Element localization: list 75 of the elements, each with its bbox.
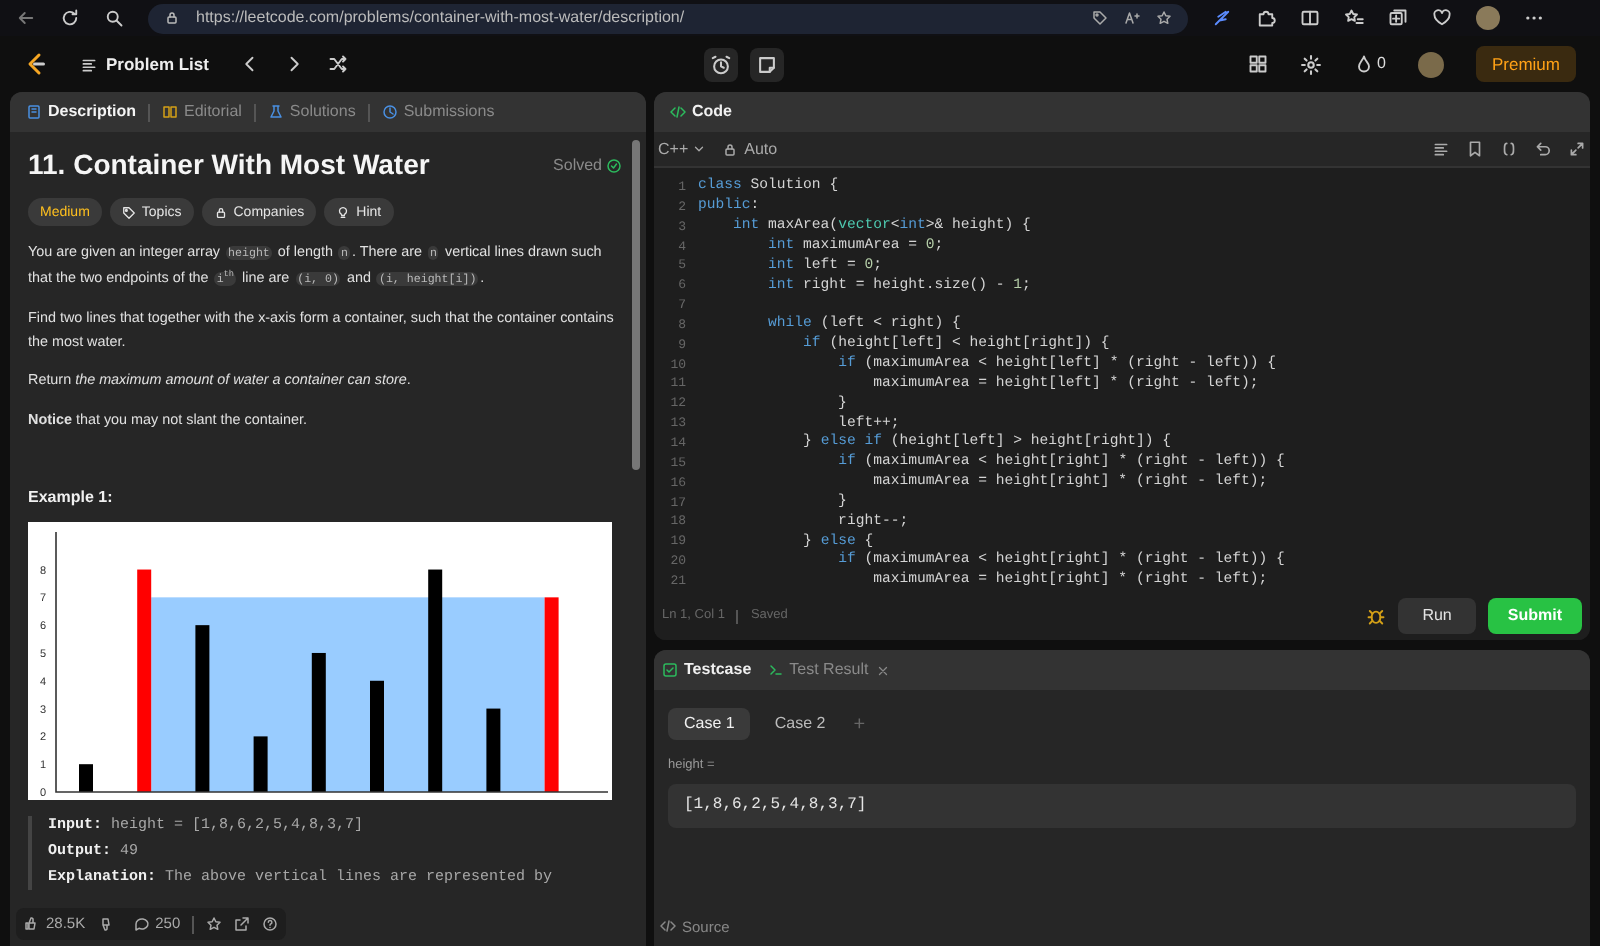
avatar[interactable] xyxy=(1476,6,1500,30)
close-icon[interactable] xyxy=(876,663,891,677)
avatar[interactable] xyxy=(1417,51,1444,77)
problem-title: 11. Container With Most Water xyxy=(28,146,430,184)
lock-icon xyxy=(213,205,228,219)
heart-icon[interactable] xyxy=(1432,8,1452,28)
scrollbar-thumb[interactable] xyxy=(632,140,640,470)
mode-label: Auto xyxy=(744,137,778,161)
expand-icon[interactable] xyxy=(1568,140,1586,158)
help-icon[interactable] xyxy=(262,916,279,932)
description-tab[interactable]: Submissions xyxy=(381,100,495,124)
refresh-icon[interactable] xyxy=(60,8,80,28)
speech-bubble-icon xyxy=(133,916,150,932)
clock-icon xyxy=(381,104,398,120)
settings-icon[interactable] xyxy=(1299,53,1322,75)
bookmark-icon[interactable] xyxy=(1466,140,1484,158)
document-icon xyxy=(26,104,42,120)
input-field[interactable]: [1,8,6,2,5,4,8,3,7] xyxy=(668,783,1576,828)
address-bar[interactable]: https://leetcode.com/problems/container-with-most-water/description/ xyxy=(148,3,1188,33)
list-icon xyxy=(80,55,98,73)
code-icon xyxy=(660,918,676,935)
logo-icon[interactable] xyxy=(24,52,48,76)
favorites-icon[interactable] xyxy=(1344,8,1364,28)
back-arrow-icon[interactable] xyxy=(16,8,36,28)
bar xyxy=(370,680,384,792)
lightbulb-icon xyxy=(336,205,351,219)
panel-tab[interactable]: Test Result xyxy=(767,658,869,682)
search-icon[interactable] xyxy=(104,8,124,28)
notes-button[interactable] xyxy=(749,47,783,81)
read-aloud-icon[interactable] xyxy=(1124,10,1140,26)
streak-count: 0 xyxy=(1377,52,1386,76)
panel-tab[interactable]: Testcase xyxy=(662,658,752,682)
note-icon xyxy=(755,53,777,75)
timer-button[interactable] xyxy=(703,47,737,81)
star-icon[interactable] xyxy=(1156,10,1172,26)
chevron-down-icon xyxy=(692,142,707,156)
run-button[interactable]: Run xyxy=(1398,598,1476,634)
tag-icon[interactable] xyxy=(1092,10,1108,26)
grid-icon[interactable] xyxy=(1247,54,1268,74)
tag-icon xyxy=(121,205,136,219)
solved-status: Solved xyxy=(553,153,602,177)
bar xyxy=(486,708,501,792)
problem-list-button[interactable]: Problem List xyxy=(80,51,209,77)
description-tab[interactable]: Description xyxy=(26,100,137,124)
debug-bug-icon[interactable] xyxy=(1366,606,1387,626)
code-icon xyxy=(670,104,686,120)
description-tab[interactable]: Editorial xyxy=(162,100,242,124)
book-icon xyxy=(162,104,179,120)
puzzle-icon[interactable] xyxy=(1256,8,1276,28)
braces-icon[interactable] xyxy=(1500,140,1518,158)
check-circle-icon xyxy=(606,157,622,173)
star-icon[interactable] xyxy=(206,916,223,932)
case-tab[interactable]: Case 1 xyxy=(668,708,751,740)
alarm-clock-icon xyxy=(709,53,731,75)
panel-title: Code xyxy=(692,100,732,124)
example-heading: Example 1: xyxy=(28,486,115,510)
bar xyxy=(79,764,93,792)
split-screen-icon[interactable] xyxy=(1300,8,1320,28)
share-icon[interactable] xyxy=(234,916,251,932)
collections-icon[interactable] xyxy=(1388,8,1408,28)
language-dropdown[interactable]: C++ xyxy=(658,137,707,161)
flask-icon xyxy=(267,104,284,120)
thumbs-up-icon xyxy=(24,916,40,932)
description-tab[interactable]: Solutions xyxy=(267,100,356,124)
checkbox-icon xyxy=(662,662,678,678)
premium-button[interactable]: Premium xyxy=(1475,46,1576,82)
case-tab[interactable]: Case 2 xyxy=(758,708,842,740)
lock-icon xyxy=(722,141,739,157)
format-icon[interactable] xyxy=(1432,140,1450,158)
url-text: https://leetcode.com/problems/container-with-most-water/description/ xyxy=(196,6,687,30)
thumbs-down-icon[interactable] xyxy=(97,916,114,932)
terminal-icon xyxy=(767,662,784,678)
lock-icon xyxy=(164,10,180,26)
undo-icon[interactable] xyxy=(1534,140,1552,158)
shuffle-icon[interactable] xyxy=(328,54,349,74)
